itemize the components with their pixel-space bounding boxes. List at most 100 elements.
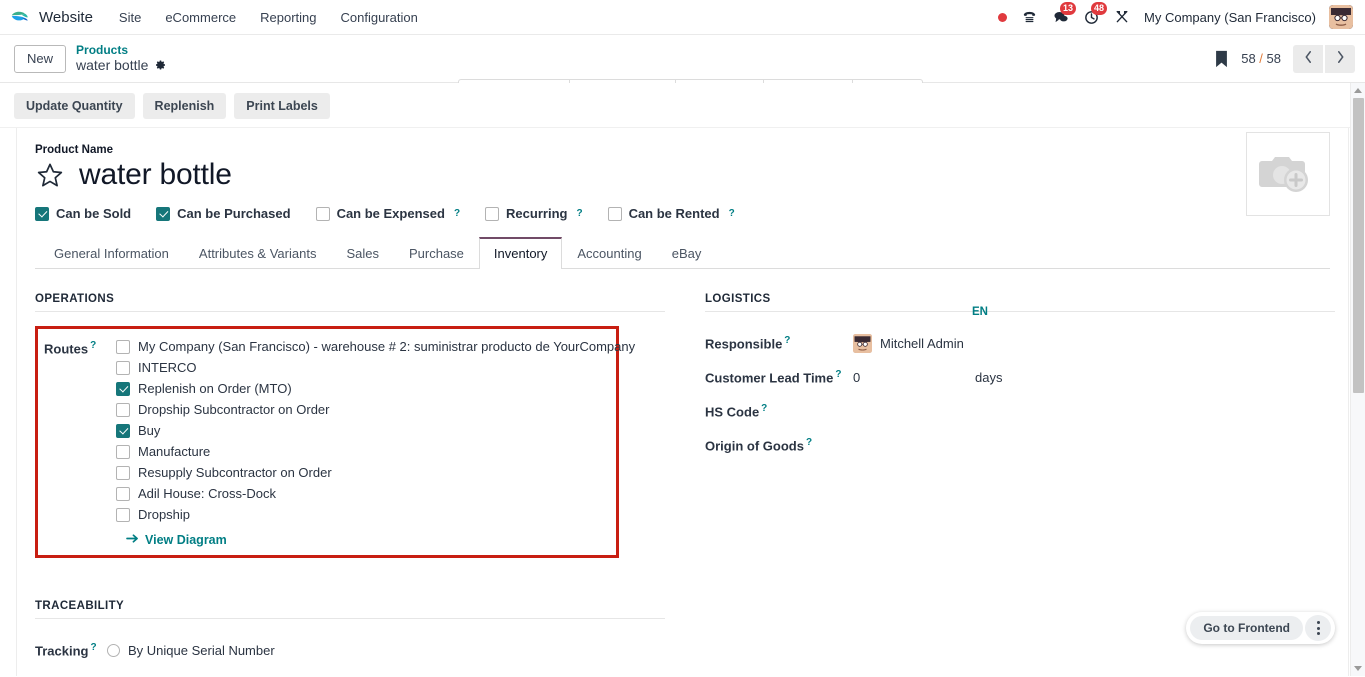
radio-by-unique-serial-number[interactable] (107, 643, 120, 657)
help-icon-can-be-rented[interactable]: ? (729, 208, 735, 219)
pager-next-button[interactable] (1325, 44, 1355, 73)
tracking-options[interactable]: By Unique Serial Number (107, 643, 275, 658)
checkbox-route-warehouse-2[interactable] (116, 339, 130, 354)
responsible-field-value[interactable]: Mitchell Admin (853, 333, 964, 353)
checkbox-route-interco[interactable] (116, 360, 130, 375)
help-icon-origin-of-goods[interactable]: ? (806, 437, 812, 448)
view-diagram-link[interactable]: View Diagram (126, 533, 635, 547)
route-label-adil-house-cross-dock: Adil House: Cross-Dock (138, 486, 276, 501)
checkbox-route-manufacture[interactable] (116, 444, 130, 459)
tab-attributes-variants[interactable]: Attributes & Variants (184, 237, 332, 269)
pager-previous-button[interactable] (1293, 44, 1323, 73)
route-item[interactable]: Resupply Subcontractor on Order (116, 465, 635, 480)
routes-label-text: Routes (44, 341, 89, 357)
flag-can-be-rented[interactable]: Can be Rented ? (607, 206, 735, 221)
checkbox-route-dropship-subcontractor-on-order[interactable] (116, 402, 130, 417)
customer-lead-time-field-row: Customer Lead Time? days (705, 360, 1335, 394)
route-item[interactable]: Manufacture (116, 444, 635, 459)
flag-recurring[interactable]: Recurring ? (485, 206, 583, 221)
route-label-dropship-subcontractor-on-order: Dropship Subcontractor on Order (138, 402, 330, 417)
help-icon-can-be-expensed[interactable]: ? (454, 208, 460, 219)
action-buttons-bar: Update Quantity Replenish Print Labels (0, 83, 1365, 128)
user-avatar-icon (853, 333, 872, 353)
route-item[interactable]: Dropship Subcontractor on Order (116, 402, 635, 417)
checkbox-can-be-expensed[interactable] (315, 206, 330, 221)
checkbox-route-adil-house-cross-dock[interactable] (116, 486, 130, 501)
help-icon-hs-code[interactable]: ? (761, 403, 767, 414)
customer-lead-time-unit: days (975, 369, 1003, 385)
user-avatar-icon[interactable] (1329, 5, 1353, 29)
product-name-label: Product Name (35, 144, 113, 156)
bug-tools-icon[interactable] (1113, 8, 1131, 26)
page-title[interactable]: water bottle (79, 158, 232, 192)
checkbox-route-resupply-subcontractor-on-order[interactable] (116, 465, 130, 480)
favorite-star-icon[interactable] (35, 161, 65, 190)
menu-item-site[interactable]: Site (107, 4, 153, 31)
go-to-frontend-button[interactable]: Go to Frontend (1190, 616, 1303, 640)
camera-add-icon (1258, 149, 1318, 200)
update-quantity-button[interactable]: Update Quantity (14, 93, 135, 119)
product-image-placeholder[interactable] (1246, 132, 1330, 216)
route-item[interactable]: INTERCO (116, 360, 635, 375)
checkbox-can-be-sold[interactable] (35, 206, 49, 221)
tab-purchase[interactable]: Purchase (394, 237, 479, 269)
route-item[interactable]: Adil House: Cross-Dock (116, 486, 635, 501)
pager[interactable]: 58 / 58 (1241, 51, 1281, 66)
tab-general-information[interactable]: General Information (39, 237, 184, 269)
checkbox-route-replenish-on-order-mto[interactable] (116, 381, 130, 396)
replenish-button[interactable]: Replenish (142, 93, 227, 119)
help-icon-customer-lead-time[interactable]: ? (835, 369, 841, 380)
customer-lead-time-field-value: days (853, 369, 1003, 385)
more-vertical-icon[interactable] (1305, 615, 1331, 641)
flag-can-be-purchased[interactable]: Can be Purchased (156, 206, 291, 221)
customer-lead-time-input[interactable] (853, 369, 963, 385)
menu-item-configuration[interactable]: Configuration (329, 4, 430, 31)
help-icon-tracking[interactable]: ? (90, 642, 96, 653)
menu-item-reporting[interactable]: Reporting (248, 4, 328, 31)
frontend-floating-panel: Go to Frontend (1186, 612, 1335, 644)
flag-can-be-sold[interactable]: Can be Sold (35, 206, 131, 221)
route-item[interactable]: Replenish on Order (MTO) (116, 381, 635, 396)
tab-accounting[interactable]: Accounting (562, 237, 656, 269)
checkbox-route-buy[interactable] (116, 423, 130, 438)
chat-bubble-icon[interactable]: 13 (1051, 2, 1077, 26)
view-diagram-label: View Diagram (145, 533, 227, 547)
tab-ebay[interactable]: eBay (657, 237, 717, 269)
breadcrumb: Products water bottle (76, 43, 167, 74)
route-label-resupply-subcontractor-on-order: Resupply Subcontractor on Order (138, 465, 332, 480)
record-dot-icon[interactable] (998, 12, 1008, 22)
tab-sales[interactable]: Sales (331, 237, 394, 269)
kebab-dot (1316, 632, 1320, 635)
help-icon-recurring[interactable]: ? (576, 208, 582, 219)
help-icon-responsible[interactable]: ? (784, 335, 790, 346)
breadcrumb-parent-products[interactable]: Products (76, 43, 167, 58)
route-item[interactable]: Dropship (116, 507, 635, 522)
scroll-up-arrow-icon[interactable] (1351, 83, 1365, 98)
checkbox-route-dropship[interactable] (116, 507, 130, 522)
clock-icon[interactable]: 48 (1082, 2, 1108, 26)
phone-icon[interactable] (1020, 8, 1038, 26)
app-brand[interactable]: Website (10, 7, 93, 28)
checkbox-recurring[interactable] (485, 206, 500, 221)
route-item[interactable]: Buy (116, 423, 635, 438)
scroll-down-arrow-icon[interactable] (1351, 661, 1365, 676)
help-icon-routes[interactable]: ? (90, 340, 96, 351)
flag-can-be-expensed[interactable]: Can be Expensed ? (315, 206, 460, 221)
tab-inventory[interactable]: Inventory (478, 237, 563, 269)
print-labels-button[interactable]: Print Labels (234, 93, 330, 119)
vertical-scrollbar[interactable] (1350, 83, 1365, 676)
section-title-logistics: LOGISTICS (705, 293, 1335, 312)
control-panel: New Products water bottle Extr (0, 35, 1365, 112)
checkbox-can-be-purchased[interactable] (156, 206, 171, 221)
route-item[interactable]: My Company (San Francisco) - warehouse #… (116, 339, 635, 354)
gear-icon[interactable] (155, 59, 167, 71)
new-button[interactable]: New (14, 44, 67, 73)
company-switcher[interactable]: My Company (San Francisco) (1144, 10, 1316, 25)
chevron-right-icon (1336, 50, 1345, 67)
scrollbar-thumb[interactable] (1353, 98, 1364, 393)
bookmark-icon[interactable] (1214, 50, 1229, 68)
checkbox-can-be-rented[interactable] (607, 206, 622, 221)
systray: 13 48 My Company (San Francisco) (998, 2, 1355, 29)
menu-item-ecommerce[interactable]: eCommerce (153, 4, 248, 31)
language-badge[interactable]: EN (972, 306, 988, 318)
